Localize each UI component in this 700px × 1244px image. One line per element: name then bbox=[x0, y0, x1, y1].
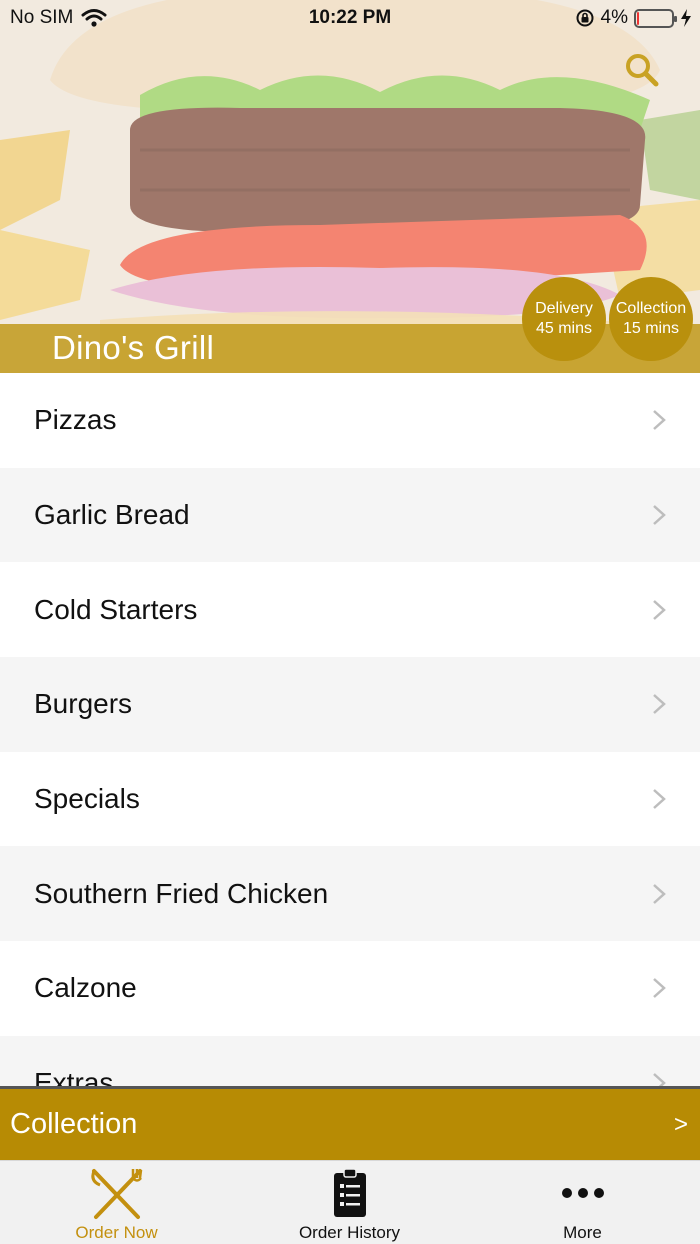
delivery-time-badge: Delivery 45 mins bbox=[522, 277, 606, 361]
chevron-right-icon bbox=[653, 789, 666, 810]
menu-item[interactable]: Southern Fried Chicken bbox=[0, 846, 700, 942]
search-icon[interactable] bbox=[624, 52, 660, 88]
order-mode-bar[interactable]: Collection > bbox=[0, 1089, 700, 1160]
menu-item[interactable]: Cold Starters bbox=[0, 562, 700, 658]
menu-item-label: Cold Starters bbox=[34, 593, 198, 625]
tab-order-history[interactable]: Order History bbox=[233, 1161, 466, 1244]
chevron-right-icon bbox=[653, 978, 666, 999]
menu-item[interactable]: Calzone bbox=[0, 941, 700, 1036]
delivery-title: Delivery bbox=[535, 300, 593, 317]
collection-time: 15 mins bbox=[622, 320, 680, 337]
order-mode-label: Collection bbox=[10, 1108, 138, 1140]
charging-bolt-icon bbox=[681, 9, 691, 27]
menu-item[interactable]: Specials bbox=[0, 751, 700, 847]
chevron-right-icon bbox=[653, 505, 666, 525]
chevron-right-icon bbox=[653, 1073, 666, 1087]
tab-more[interactable]: More bbox=[466, 1161, 699, 1244]
clipboard-list-icon bbox=[333, 1168, 366, 1217]
collection-title: Collection bbox=[615, 300, 687, 317]
menu-item-label: Specials bbox=[34, 783, 140, 815]
tab-label: Order History bbox=[298, 1223, 401, 1242]
order-mode-arrow: > bbox=[673, 1111, 688, 1138]
menu-item[interactable]: Garlic Bread bbox=[0, 467, 700, 563]
menu-category-list: Pizzas Garlic Bread Cold Starters Burger… bbox=[0, 373, 700, 1087]
menu-item[interactable]: Extras bbox=[0, 1035, 700, 1087]
tab-label: More bbox=[563, 1223, 602, 1242]
menu-item[interactable]: Burgers bbox=[0, 657, 700, 752]
menu-item-label: Burgers bbox=[34, 688, 133, 720]
restaurant-name: Dino's Grill bbox=[52, 329, 215, 366]
menu-item-label: Extras bbox=[34, 1067, 114, 1087]
menu-item-label: Garlic Bread bbox=[34, 499, 190, 531]
tab-bar: Order Now Order History More bbox=[0, 1160, 700, 1244]
menu-item-label: Calzone bbox=[34, 972, 137, 1004]
chevron-right-icon bbox=[653, 694, 666, 715]
battery-percent: 4% bbox=[600, 7, 628, 28]
tab-label: Order Now bbox=[75, 1223, 158, 1242]
tab-order-now[interactable]: Order Now bbox=[0, 1161, 233, 1244]
chevron-right-icon bbox=[653, 883, 666, 904]
status-bar: No SIM 10:22 PM 4% bbox=[0, 0, 700, 36]
menu-item-label: Pizzas bbox=[34, 404, 117, 436]
delivery-time: 45 mins bbox=[535, 320, 593, 337]
chevron-right-icon bbox=[653, 599, 666, 620]
battery-icon bbox=[634, 8, 677, 28]
menu-item[interactable]: Pizzas bbox=[0, 373, 700, 468]
collection-time-badge: Collection 15 mins bbox=[609, 277, 693, 361]
battery-level bbox=[637, 11, 639, 25]
chevron-right-icon bbox=[653, 410, 666, 431]
more-dots-icon bbox=[561, 1188, 604, 1198]
rotation-lock-icon bbox=[576, 9, 594, 27]
fork-knife-icon bbox=[90, 1169, 142, 1219]
menu-item-label: Southern Fried Chicken bbox=[34, 877, 329, 909]
